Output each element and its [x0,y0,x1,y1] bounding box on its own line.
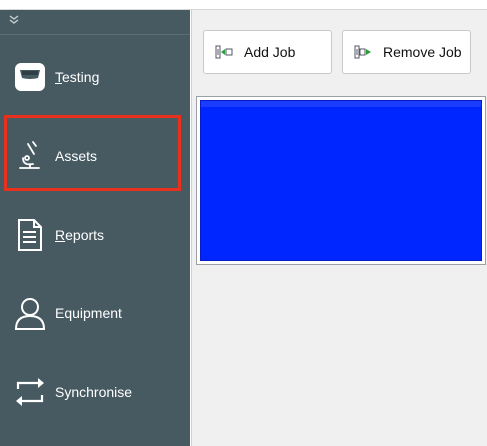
remove-job-icon [353,42,373,62]
sidebar-item-label: Reports [55,227,105,243]
sidebar-divider [0,34,190,35]
sidebar-item-synchronise[interactable]: Synchronise [0,353,190,431]
sidebar-item-label: Synchronise [55,384,133,400]
document-icon [13,218,47,252]
sidebar-item-label: Assets [55,148,98,164]
jobs-grid[interactable] [196,96,486,265]
sidebar-item-reports[interactable]: Reports [0,196,190,274]
sidebar-item-equipment[interactable]: Equipment [0,274,190,352]
sidebar-item-testing[interactable]: Testing [0,38,190,116]
top-border [0,0,487,10]
jobs-grid-selected-area[interactable] [200,100,482,261]
add-job-button[interactable]: Add Job [203,30,332,74]
sidebar: Testing Assets Reports Equipment Synchro… [0,10,190,446]
jobs-grid-header [201,101,481,107]
add-job-label: Add Job [244,44,296,60]
sync-icon [13,375,47,409]
microscope-icon [13,139,47,173]
testing-icon [13,60,47,94]
sidebar-item-label: Equipment [55,305,122,321]
double-chevron-down-icon[interactable] [8,14,22,28]
sidebar-item-label: Testing [55,69,100,85]
sidebar-item-assets[interactable]: Assets [0,117,190,195]
remove-job-label: Remove Job [383,44,462,60]
add-job-icon [214,42,234,62]
remove-job-button[interactable]: Remove Job [342,30,471,74]
person-icon [13,296,47,330]
